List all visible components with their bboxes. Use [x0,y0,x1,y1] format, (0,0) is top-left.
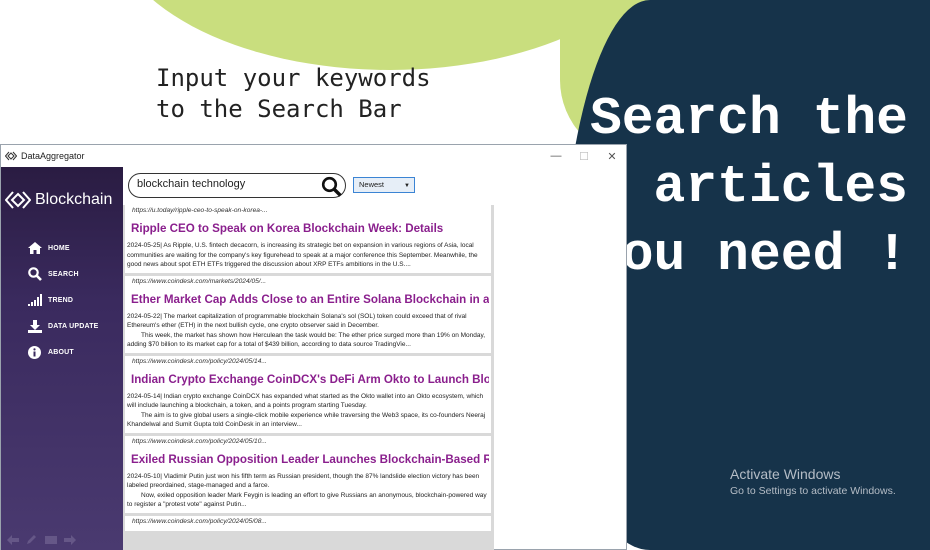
app-window: DataAggregator — ☐ ✕ Blockchain HOME SEA… [0,144,627,550]
search-icon [27,267,42,281]
sidebar: Blockchain HOME SEARCH TREND DATA UPDATE… [1,167,123,550]
sidebar-item-label: TREND [48,296,74,304]
article-url[interactable]: https://www.coindesk.com/policy/2024/05/… [127,438,489,448]
article-card[interactable]: https://www.coindesk.com/policy/2024/05/… [125,435,491,513]
article-paragraph: As Ripple, U.S. fintech decacorn, is inc… [127,242,478,268]
article-url[interactable]: https://www.coindesk.com/policy/2024/05/… [127,358,489,368]
article-paragraph: Vladimir Putin just won his fifth term a… [127,472,480,490]
minimize-button[interactable]: — [542,150,570,163]
sort-selected-value: Newest [359,180,385,189]
article-summary: 2024-05-14| Indian crypto exchange CoinD… [127,392,489,430]
article-title[interactable]: Ripple CEO to Speak on Korea Blockchain … [127,222,489,235]
brand-name: Blockchain [35,191,113,208]
article-summary: 2024-05-22| The market capitalization of… [127,312,489,350]
results-list[interactable]: https://u.today/ripple-ceo-to-speak-on-k… [123,205,494,550]
sidebar-item-search[interactable]: SEARCH [1,261,123,287]
article-paragraph: Now, exiled opposition leader Mark Feygi… [127,491,487,509]
instruction-caption: Input your keywords to the Search Bar [156,64,431,123]
article-summary: 2024-05-25| As Ripple, U.S. fintech deca… [127,241,489,270]
close-button[interactable]: ✕ [598,150,626,163]
forward-arrow-icon[interactable] [64,535,76,545]
activation-subtitle: Go to Settings to activate Windows. [730,485,896,497]
promo-headline: Search the articles you need ! [589,89,908,285]
sidebar-item-label: DATA UPDATE [48,322,99,330]
article-title[interactable]: Exiled Russian Opposition Leader Launche… [127,453,489,466]
article-paragraph: Indian crypto exchange CoinDCX has expan… [127,392,484,410]
window-titlebar: DataAggregator — ☐ ✕ [1,145,626,167]
article-paragraph: The aim is to give global users a single… [127,411,486,429]
article-card[interactable]: https://www.coindesk.com/markets/2024/05… [125,275,491,353]
windows-activation-watermark: Activate Windows Go to Settings to activ… [730,466,896,497]
blockchain-logo-icon [5,189,31,211]
article-summary: 2024-05-10| Vladimir Putin just won his … [127,472,489,510]
signal-bars-icon [27,293,42,307]
article-paragraph: This week, the market has shown how Herc… [127,331,486,349]
article-card[interactable]: https://www.coindesk.com/policy/2024/05/… [125,515,491,531]
sidebar-item-home[interactable]: HOME [1,235,123,261]
sidebar-footer-icons [7,535,76,545]
article-url[interactable]: https://u.today/ripple-ceo-to-speak-on-k… [127,207,489,217]
article-title[interactable]: Ether Market Cap Adds Close to an Entire… [127,293,489,306]
sidebar-nav: HOME SEARCH TREND DATA UPDATE ABOUT [1,235,123,365]
brand: Blockchain [1,167,123,233]
sidebar-item-label: ABOUT [48,348,74,356]
maximize-button[interactable]: ☐ [570,150,598,163]
sort-select[interactable]: Newest ▼ [353,177,415,193]
home-icon [27,241,42,255]
article-url[interactable]: https://www.coindesk.com/markets/2024/05… [127,278,489,288]
download-icon [27,319,42,333]
chevron-down-icon: ▼ [404,183,410,189]
search-bar[interactable] [128,173,346,198]
sidebar-item-trend[interactable]: TREND [1,287,123,313]
card-icon[interactable] [45,535,57,545]
article-date: 2024-05-22| [127,312,162,320]
back-arrow-icon[interactable] [7,535,19,545]
sidebar-item-label: HOME [48,244,70,252]
search-icon[interactable] [321,176,342,202]
article-card[interactable]: https://www.coindesk.com/policy/2024/05/… [125,355,491,433]
info-icon [27,345,42,359]
sidebar-item-data-update[interactable]: DATA UPDATE [1,313,123,339]
article-url[interactable]: https://www.coindesk.com/policy/2024/05/… [127,518,489,528]
article-paragraph: The market capitalization of programmabl… [127,312,467,330]
article-card[interactable]: https://u.today/ripple-ceo-to-speak-on-k… [125,205,491,273]
article-date: 2024-05-14| [127,392,162,400]
search-input[interactable] [137,178,317,190]
window-title: DataAggregator [21,151,85,161]
pencil-icon[interactable] [26,535,38,545]
article-date: 2024-05-25| [127,242,162,249]
article-title[interactable]: Indian Crypto Exchange CoinDCX's DeFi Ar… [127,373,489,386]
app-logo-icon [5,150,17,162]
sidebar-item-about[interactable]: ABOUT [1,339,123,365]
article-date: 2024-05-10| [127,472,162,480]
sidebar-item-label: SEARCH [48,270,79,278]
activation-title: Activate Windows [730,466,841,482]
